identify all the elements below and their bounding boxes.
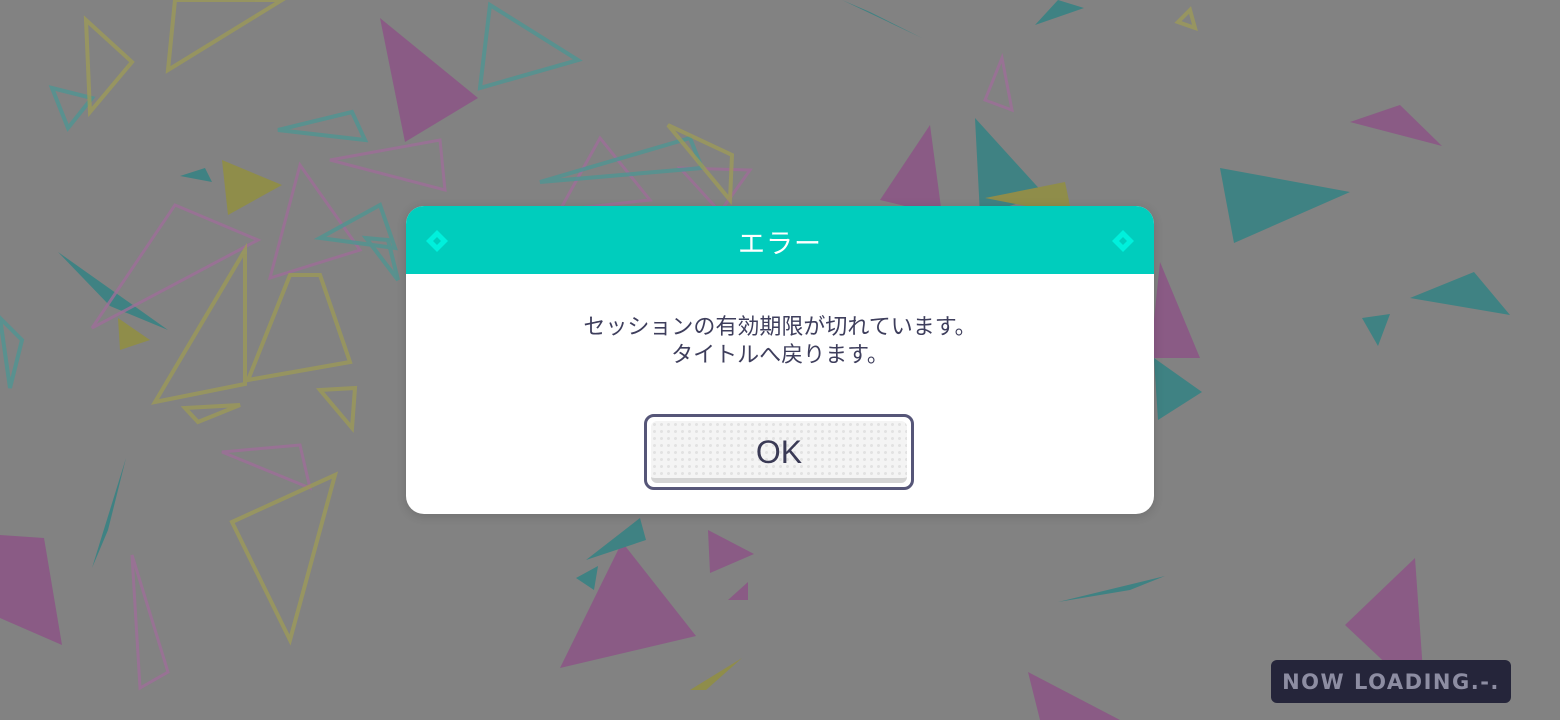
message-line-1: セッションの有効期限が切れています。 [583,315,977,340]
dialog-title: エラー [738,229,822,260]
loading-indicator: NOW LOADING.-. [1271,660,1511,703]
dialog-message: セッションの有効期限が切れています。 タイトルへ戻ります。 [406,314,1154,370]
error-dialog: エラー セッションの有効期限が切れています。 タイトルへ戻ります。 OK [406,206,1154,514]
ok-button[interactable]: OK [644,414,914,490]
game-screen: エラー セッションの有効期限が切れています。 タイトルへ戻ります。 OK NOW… [0,0,1560,720]
ok-button-label: OK [755,434,803,470]
dialog-header: エラー [406,206,1154,274]
loading-text: NOW LOADING.-. [1282,670,1500,694]
message-line-2: タイトルへ戻ります。 [671,343,889,368]
diamond-icon [1112,230,1134,252]
